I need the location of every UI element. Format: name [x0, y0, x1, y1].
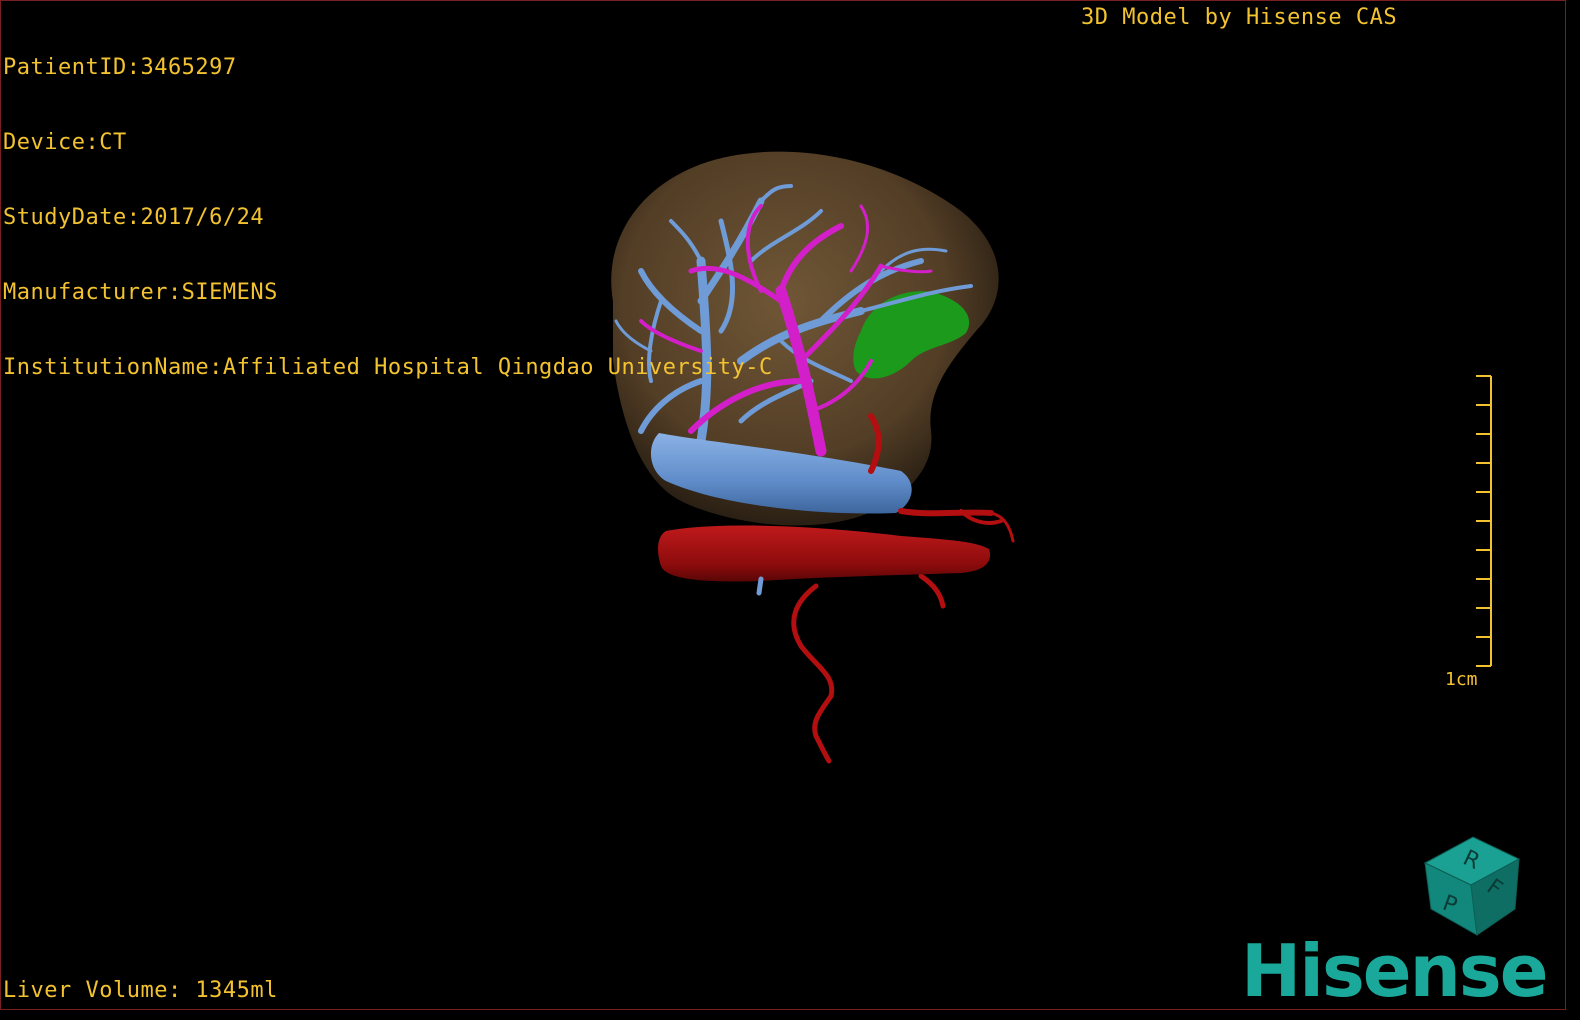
patient-id-label: PatientID:3465297 [3, 55, 237, 80]
manufacturer-label: Manufacturer:SIEMENS [3, 280, 278, 305]
descending-artery [791, 583, 835, 764]
orientation-cube[interactable]: R F P [1415, 831, 1525, 941]
institution-label: InstitutionName:Affiliated Hospital Qing… [3, 355, 773, 380]
liver-volume-label: Liver Volume: 1345ml [3, 978, 278, 1003]
3d-viewport[interactable]: PatientID:3465297 Device:CT StudyDate:20… [0, 0, 1566, 1010]
model-caption: 3D Model by Hisense CAS [1081, 5, 1398, 30]
study-info-block: PatientID:3465297 Device:CT StudyDate:20… [3, 5, 773, 430]
study-date-label: StudyDate:2017/6/24 [3, 205, 265, 230]
hisense-logo: Hisense [1241, 929, 1549, 1010]
scale-bar [1476, 375, 1492, 667]
scale-bar-label: 1cm [1445, 669, 1478, 690]
aorta [658, 525, 991, 582]
device-label: Device:CT [3, 130, 127, 155]
portal-stub [756, 576, 764, 596]
